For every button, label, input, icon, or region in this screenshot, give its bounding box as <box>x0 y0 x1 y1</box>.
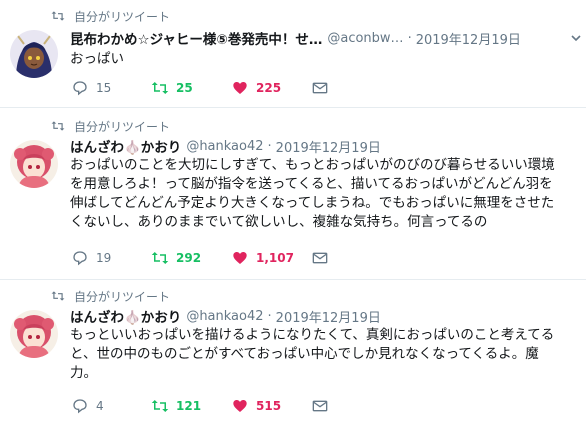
retweet-context: 自分がリツイート <box>50 288 170 304</box>
tweet[interactable]: 自分がリツイート はんざわ🧄かおり @hankao42 · 2019年12月19… <box>0 280 586 423</box>
retweet-context: 自分がリツイート <box>50 8 170 24</box>
reply-count: 4 <box>96 399 104 413</box>
reply-button[interactable]: 4 <box>70 396 150 416</box>
direct-message-button[interactable] <box>310 248 340 268</box>
tweet-header: はんざわ🧄かおり @hankao42 · 2019年12月19日 <box>70 136 576 157</box>
separator-dot: · <box>267 308 272 324</box>
reply-button[interactable]: 19 <box>70 248 150 268</box>
retweet-count: 121 <box>176 399 202 413</box>
tweet-text: おっぱいのことを大切にしすぎて、もっとおっぱいがのびのび暮らせるいい環境 を用意… <box>70 156 580 232</box>
display-name[interactable]: 昆布わかめ☆ジャヒー様⑤巻発売中！せ… <box>70 28 322 48</box>
retweet-context-label: 自分がリツイート <box>74 9 171 24</box>
envelope-icon <box>310 396 330 416</box>
heart-icon <box>230 248 250 268</box>
tweet[interactable]: 自分がリツイート はんざわ🧄かおり @hankao42 · 2019年12月19… <box>0 108 586 280</box>
display-name[interactable]: はんざわ🧄かおり <box>70 136 181 156</box>
separator-dot: · <box>267 138 272 154</box>
tweet-text-line: 伸ばしてどんどん予定より大きくなってしまうね。でもおっぱいに無理をさせた <box>70 195 555 211</box>
tweet-text-line: もっといいおっぱいを描けるようになりたくて、真剣におっぱいのこと考えてる <box>70 327 555 343</box>
retweet-context-label: 自分がリツイート <box>74 289 171 304</box>
tweet-text-line: おっぱい <box>70 51 124 67</box>
like-button[interactable]: 225 <box>230 78 310 98</box>
tweet[interactable]: 自分がリツイート 昆布わかめ☆ジャヒー様⑤巻発売中！せ… @aconbw… · … <box>0 0 586 108</box>
tweet-actions: 19 292 1,107 <box>70 248 340 268</box>
reply-icon <box>70 396 90 416</box>
like-button[interactable]: 1,107 <box>230 248 310 268</box>
tweet-text-line: 力。 <box>70 365 97 381</box>
tweet-text: おっぱい <box>70 50 580 69</box>
display-name[interactable]: はんざわ🧄かおり <box>70 306 181 326</box>
tweet-date[interactable]: 2019年12月19日 <box>276 307 381 326</box>
retweet-count: 25 <box>176 81 193 95</box>
tweet-actions: 15 25 225 <box>70 78 340 98</box>
retweet-icon <box>50 118 66 134</box>
tweet-date[interactable]: 2019年12月19日 <box>416 29 521 48</box>
user-handle[interactable]: @aconbw… <box>327 31 403 46</box>
heart-icon <box>230 396 250 416</box>
avatar[interactable] <box>10 140 58 188</box>
direct-message-button[interactable] <box>310 396 340 416</box>
retweet-button[interactable]: 292 <box>150 248 230 268</box>
separator-dot: · <box>407 30 412 46</box>
retweet-count: 292 <box>176 251 202 265</box>
retweet-icon <box>150 248 170 268</box>
tweet-text-line: と、世の中のものごとがすべておっぱい中心でしか見れなくなってくるよ。魔 <box>70 346 539 362</box>
avatar[interactable] <box>10 30 58 78</box>
tweet-header: 昆布わかめ☆ジャヒー様⑤巻発売中！せ… @aconbw… · 2019年12月1… <box>70 28 576 49</box>
reply-count: 15 <box>96 81 112 95</box>
tweet-date[interactable]: 2019年12月19日 <box>276 137 381 156</box>
like-button[interactable]: 515 <box>230 396 310 416</box>
tweet-actions: 4 121 515 <box>70 396 340 416</box>
heart-icon <box>230 78 250 98</box>
tweet-text: もっといいおっぱいを描けるようになりたくて、真剣におっぱいのこと考えてる と、世… <box>70 326 580 383</box>
reply-button[interactable]: 15 <box>70 78 150 98</box>
retweet-icon <box>50 8 66 24</box>
user-handle[interactable]: @hankao42 <box>186 139 263 154</box>
retweet-button[interactable]: 25 <box>150 78 230 98</box>
envelope-icon <box>310 78 330 98</box>
tweet-text-line: を用意しろよ！って脳が指令を送ってくると、描いてるおっぱいがどんどん羽を <box>70 176 553 192</box>
reply-icon <box>70 78 90 98</box>
user-handle[interactable]: @hankao42 <box>186 309 263 324</box>
retweet-button[interactable]: 121 <box>150 396 230 416</box>
retweet-icon <box>150 396 170 416</box>
avatar[interactable] <box>10 310 58 358</box>
tweet-text-line: くないし、ありのままでいて欲しいし、複雑な気持ち。何言ってるの <box>70 214 488 230</box>
reply-icon <box>70 248 90 268</box>
direct-message-button[interactable] <box>310 78 340 98</box>
like-count: 515 <box>256 399 282 413</box>
tweet-header: はんざわ🧄かおり @hankao42 · 2019年12月19日 <box>70 306 576 327</box>
reply-count: 19 <box>96 251 112 265</box>
chevron-down-icon[interactable] <box>568 30 584 46</box>
retweet-icon <box>50 288 66 304</box>
retweet-context-label: 自分がリツイート <box>74 119 171 134</box>
tweet-text-line: おっぱいのことを大切にしすぎて、もっとおっぱいがのびのび暮らせるいい環境 <box>70 157 555 173</box>
like-count: 225 <box>256 81 282 95</box>
retweet-icon <box>150 78 170 98</box>
like-count: 1,107 <box>256 251 294 265</box>
retweet-context: 自分がリツイート <box>50 118 170 134</box>
envelope-icon <box>310 248 330 268</box>
